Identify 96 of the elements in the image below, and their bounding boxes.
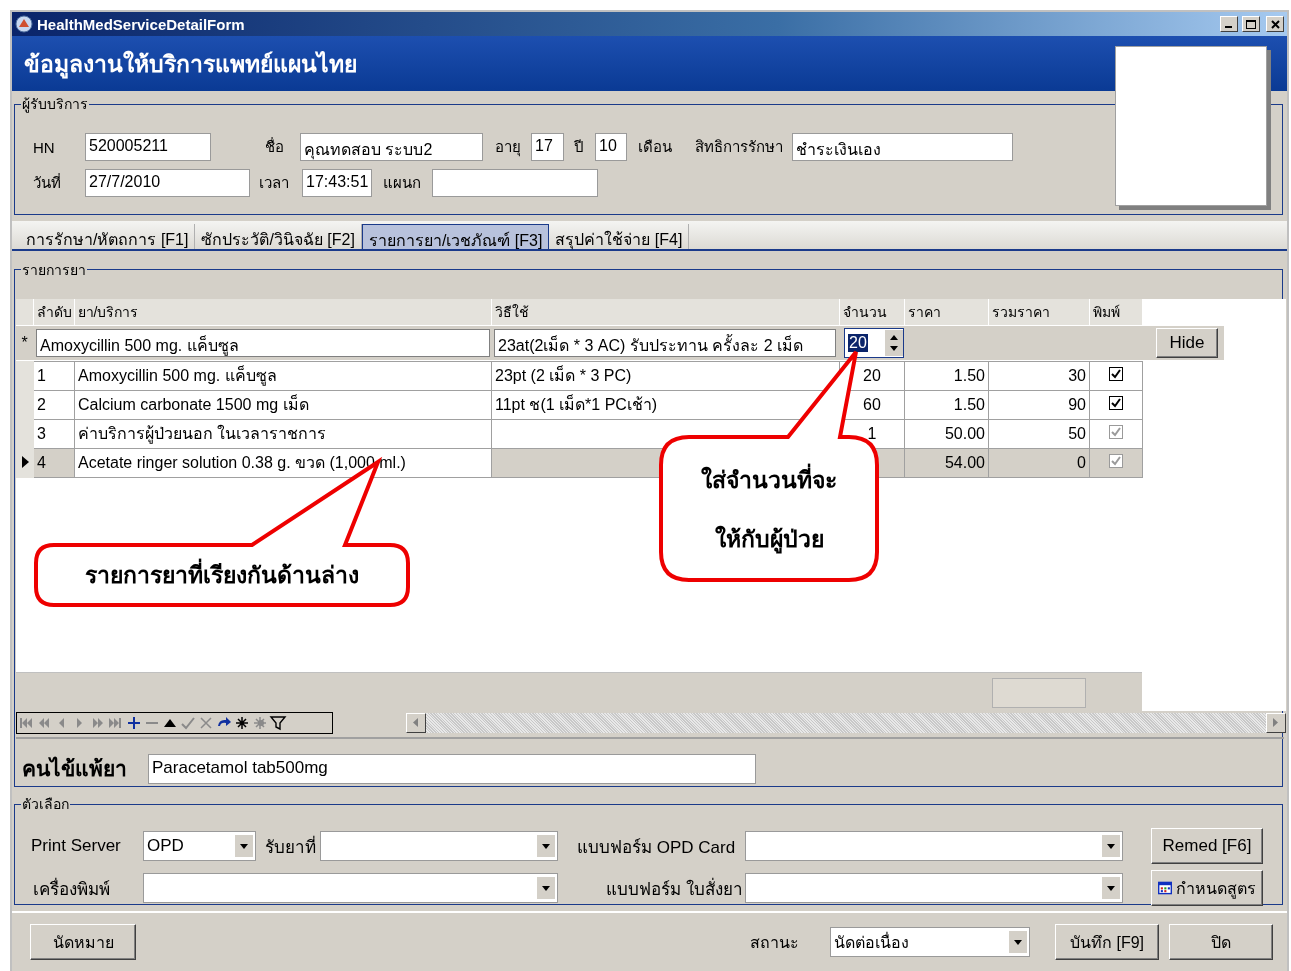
table-cell: 1.50: [953, 395, 985, 413]
table-cell: 23pt (2 เม็ด * 3 PC): [495, 367, 632, 385]
table-cell: Calcium carbonate 1500 mg เม็ด: [78, 396, 309, 414]
table-cell: 54.00: [944, 453, 985, 471]
group-title: ผู้รับบริการ: [21, 95, 89, 115]
field-label: วันที่: [33, 172, 62, 193]
field-label: รับยาที่: [265, 834, 317, 859]
callout-text: ให้กับผู้ป่วย: [714, 523, 824, 556]
table-cell: 20: [863, 366, 881, 384]
dropdown-field[interactable]: [745, 873, 1123, 904]
table-cell: Amoxycillin 500 mg. แค็บซูล: [78, 367, 277, 385]
field-label: อายุ: [495, 137, 522, 159]
field-label: เครื่องพิมพ์: [32, 876, 111, 901]
table-cell: 1: [37, 366, 46, 384]
field-label: ชื่อ: [265, 136, 285, 157]
text-field[interactable]: 17:43:51: [302, 169, 372, 197]
table-cell: 50.00: [944, 424, 985, 442]
field-label: เวลา: [259, 173, 290, 193]
scroll-left-button[interactable]: [406, 712, 426, 733]
status-dropdown[interactable]: นัดต่อเนื่อง: [830, 927, 1030, 958]
remed-button[interactable]: Remed [F6]: [1151, 828, 1263, 865]
column-header: ลำดับ: [36, 303, 72, 320]
table-cell: 50: [1068, 424, 1086, 442]
dropdown-field[interactable]: [320, 831, 558, 862]
field-label: คนไข้แพ้ยา: [22, 755, 128, 784]
text-field[interactable]: 520005211: [85, 133, 211, 161]
usage-field[interactable]: 23at(2เม็ด * 3 AC) รับประทาน ครั้งละ 2 เม็ด: [494, 328, 836, 357]
field-label: เดือน: [638, 137, 673, 157]
drug-field[interactable]: Amoxycillin 500 mg. แค็บซูล: [36, 328, 490, 357]
spin-arrows-icon[interactable]: [885, 329, 903, 356]
table-cell: 90: [1068, 395, 1086, 413]
text-field[interactable]: 17: [531, 133, 564, 161]
tab[interactable]: รายการยา/เวชภัณฑ์ [F3]: [361, 223, 550, 249]
text-field[interactable]: [432, 169, 598, 197]
table-cell: 11pt ช(1 เม็ด*1 PCเช้า): [495, 396, 658, 414]
window-title: HealthMedServiceDetailForm: [37, 15, 246, 33]
column-header: จำนวน: [842, 303, 887, 320]
right-arrow-icon: [1273, 718, 1279, 728]
text-field[interactable]: ชำระเงินเอง: [792, 133, 1013, 161]
checkbox[interactable]: [1109, 395, 1123, 410]
dropdown-field[interactable]: OPD: [143, 831, 256, 862]
tab[interactable]: สรุปค่าใช้จ่าย [F4]: [549, 223, 690, 249]
maximize-button[interactable]: [1242, 16, 1260, 32]
row-pointer-icon: [21, 455, 29, 468]
field-label: แบบฟอร์ม ใบสั่งยา: [606, 876, 744, 901]
save-button[interactable]: บันทึก [F9]: [1055, 924, 1159, 961]
horizontal-scrollbar[interactable]: [406, 712, 1286, 733]
appointment-button[interactable]: นัดหมาย: [30, 924, 136, 961]
table-cell: 3: [37, 424, 46, 442]
column-header: พิมพ์: [1092, 303, 1120, 320]
group-title: รายการยา: [21, 260, 87, 280]
hide-button[interactable]: Hide: [1156, 327, 1218, 358]
close-form-button[interactable]: ปิด: [1169, 924, 1273, 961]
field-label: แผนก: [383, 173, 422, 193]
text-field[interactable]: 10: [595, 133, 627, 161]
field-label: สิทธิการรักษา: [695, 137, 784, 157]
table-cell: ค่าบริการผู้ป่วยนอก ในเวลาราชการ: [78, 425, 327, 443]
new-row-marker: *: [20, 333, 29, 352]
dropdown-field[interactable]: [143, 873, 558, 904]
field-label: แบบฟอร์ม OPD Card: [577, 836, 737, 859]
table-cell: 0: [1077, 453, 1086, 471]
allergy-field[interactable]: Paracetamol tab500mg: [148, 753, 756, 784]
dropdown-field[interactable]: [745, 831, 1123, 862]
text-field[interactable]: 27/7/2010: [85, 169, 250, 197]
close-icon: [1270, 19, 1280, 29]
table-cell: 30: [1068, 366, 1086, 384]
table-cell: 60: [863, 395, 881, 413]
group-title: ตัวเลือก: [21, 795, 70, 815]
minimize-button[interactable]: [1220, 16, 1238, 32]
checkbox[interactable]: [1109, 366, 1123, 381]
column-header: วิธีใช้: [494, 303, 529, 320]
column-header: รวมราคา: [991, 303, 1050, 320]
callout-text: รายการยาที่เรียงกันด้านล่าง: [85, 557, 359, 593]
scroll-right-button[interactable]: [1266, 712, 1286, 733]
tab[interactable]: การรักษา/หัตถการ [F1]: [20, 223, 196, 249]
table-cell: 1: [867, 424, 877, 442]
field-label: HN: [33, 138, 56, 156]
app-icon: [15, 15, 33, 33]
left-arrow-icon: [413, 718, 419, 728]
table-cell: 1.50: [953, 366, 985, 384]
field-label: Print Server: [31, 836, 122, 857]
field-label: ปี: [574, 137, 585, 157]
close-button[interactable]: [1266, 16, 1284, 32]
field-label: สถานะ: [750, 932, 800, 953]
filter-icon[interactable]: [269, 713, 287, 732]
formula-button[interactable]: กำหนดสูตร: [1151, 870, 1263, 907]
callout-text: ใส่จำนวนที่จะ: [701, 462, 837, 495]
form-heading: ข้อมูลงานให้บริการแพทย์แผนไทย: [24, 48, 357, 81]
table-cell: 2: [37, 395, 46, 413]
column-header: ยา/บริการ: [77, 303, 139, 320]
quantity-spinner[interactable]: 20: [844, 327, 904, 358]
table-cell: 4: [37, 453, 46, 471]
tab[interactable]: ซักประวัติ/วินิจฉัย [F2]: [195, 223, 362, 249]
text-field[interactable]: คุณทดสอบ ระบบ2: [300, 133, 483, 161]
maximize-icon: [1246, 19, 1256, 29]
column-header: ราคา: [907, 303, 941, 320]
